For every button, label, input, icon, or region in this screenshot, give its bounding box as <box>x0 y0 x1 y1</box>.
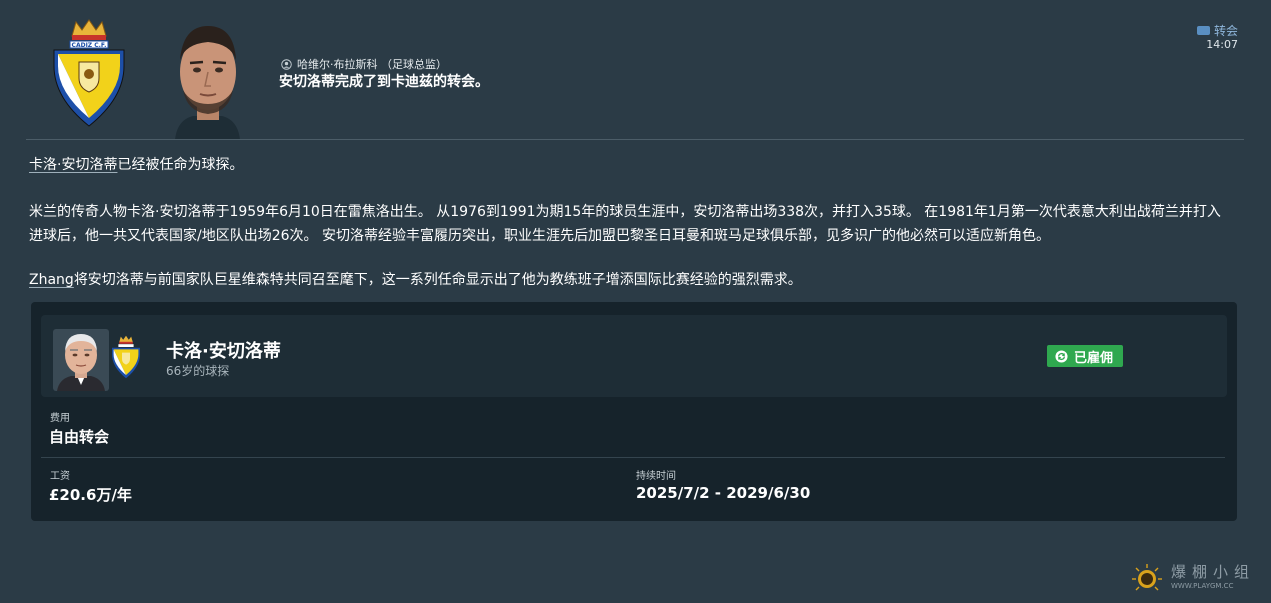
club-crest-small-icon[interactable] <box>111 335 141 379</box>
hired-status-label: 已雇佣 <box>1074 350 1114 366</box>
wage-label: 工资 <box>50 471 70 482</box>
svg-text:CADIZ C.F.: CADIZ C.F. <box>72 42 107 49</box>
transfer-detail-card: 卡洛·安切洛蒂 66岁的球探 已雇佣 费用 自由转会 工资 £20.6万/年 持… <box>31 302 1237 521</box>
card-divider <box>41 457 1225 458</box>
staff-name[interactable]: 卡洛·安切洛蒂 <box>166 337 281 363</box>
staff-row[interactable]: 卡洛·安切洛蒂 66岁的球探 已雇佣 <box>41 315 1227 397</box>
watermark-text: 爆棚小组 <box>1171 563 1256 581</box>
person-icon <box>281 58 292 70</box>
manager-name-link[interactable]: Zhang <box>29 272 74 288</box>
staff-name-link[interactable]: 卡洛·安切洛蒂 <box>29 157 117 173</box>
fee-value: 自由转会 <box>49 428 110 446</box>
fee-label: 费用 <box>50 413 70 424</box>
refresh-icon <box>1055 349 1068 363</box>
sender-name: 哈维尔·布拉斯科 （足球总监） <box>297 58 447 71</box>
transfer-ticket-icon <box>1196 26 1210 35</box>
hired-status-badge: 已雇佣 <box>1047 345 1124 367</box>
message-headline: 安切洛蒂完成了到卡迪兹的转会。 <box>279 74 489 90</box>
news-paragraph-2: 米兰的传奇人物卡洛·安切洛蒂于1959年6月10日在雷焦洛出生。 从1976到1… <box>29 204 1221 244</box>
message-time: 14:07 <box>1206 38 1238 51</box>
director-face-icon[interactable] <box>165 20 250 140</box>
club-crest-icon[interactable]: CADIZ C.F. <box>52 18 126 128</box>
message-type-label: 转会 <box>1213 24 1238 38</box>
site-watermark: 爆棚小组 WWW.PLAYGM.CC <box>1129 561 1259 595</box>
wage-value: £20.6万/年 <box>49 486 132 504</box>
news-paragraph-3: Zhang将安切洛蒂与前国家队巨星维森特共同召至麾下，这一系列任命显示出了他为教… <box>29 272 802 288</box>
message-type-badge[interactable]: 转会 <box>1196 22 1238 39</box>
duration-label: 持续时间 <box>636 471 676 482</box>
sender-line[interactable]: 哈维尔·布拉斯科 （足球总监） <box>281 56 447 72</box>
watermark-logo-icon <box>1132 564 1162 591</box>
staff-face-icon[interactable] <box>53 329 109 391</box>
news-paragraph-1: 卡洛·安切洛蒂已经被任命为球探。 <box>29 157 244 173</box>
staff-age-role: 66岁的球探 <box>166 364 230 378</box>
duration-value: 2025/7/2 - 2029/6/30 <box>636 484 811 502</box>
watermark-url: WWW.PLAYGM.CC <box>1171 582 1234 590</box>
header-divider <box>26 139 1244 140</box>
message-header: CADIZ C.F. 哈维尔·布拉斯科 （足球总监） 安切洛蒂完成了到卡迪兹的转… <box>0 0 1271 140</box>
